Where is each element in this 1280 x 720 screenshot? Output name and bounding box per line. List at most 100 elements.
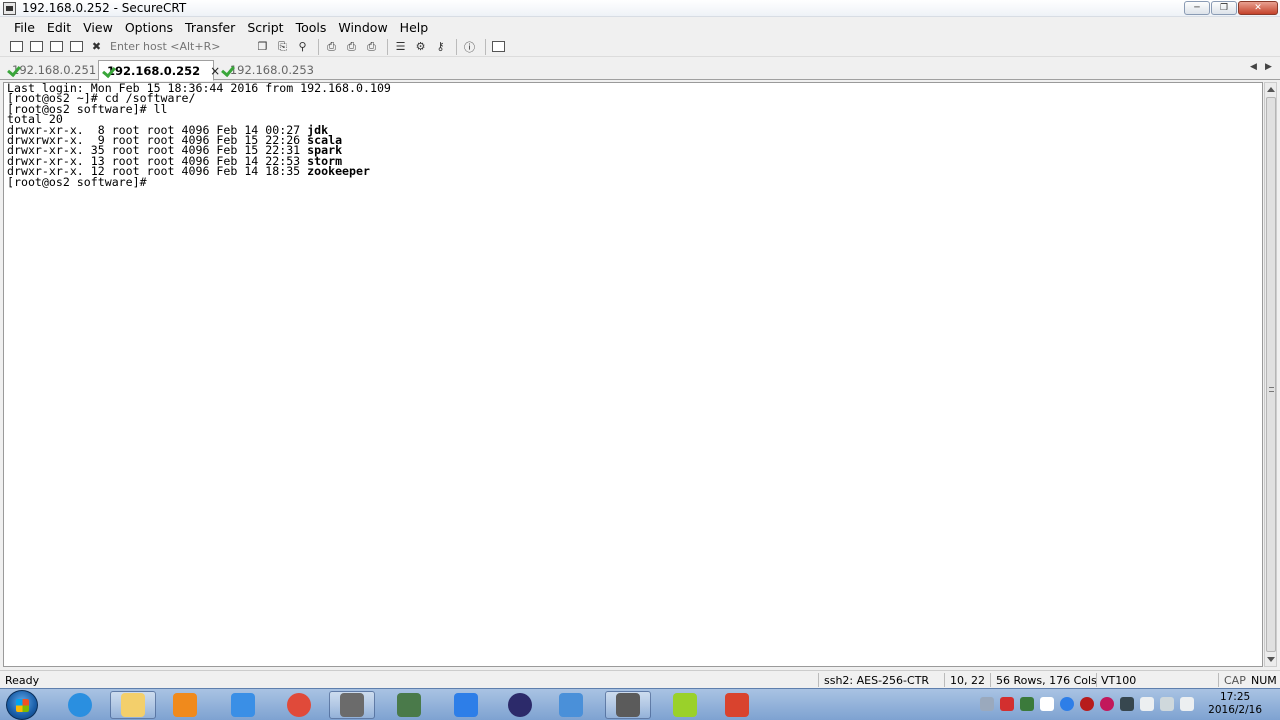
toolbar: ✖ ❐ ⎘ ⚲ ⎙ ⎙ ⎙ ☰ ⚙ ⚷ ⓘ <box>0 37 1280 57</box>
menu-tools[interactable]: Tools <box>290 20 333 35</box>
window-title: 192.168.0.252 - SecureCRT <box>22 1 187 15</box>
tab-label: 192.168.0.251 <box>12 63 97 77</box>
status-caps-lock: CAP <box>1224 674 1246 687</box>
tray-app-icon[interactable] <box>1080 697 1094 711</box>
find-icon[interactable]: ⚲ <box>294 39 311 55</box>
taskbar-button[interactable] <box>220 691 266 719</box>
tray-app-icon[interactable] <box>1100 697 1114 711</box>
grip-icon <box>1269 387 1274 392</box>
connect-in-tab-icon[interactable] <box>48 39 65 55</box>
scroll-up-icon[interactable] <box>1267 87 1275 92</box>
virtualbox-icon <box>559 693 583 717</box>
terminal-screen[interactable]: Last login: Mon Feb 15 18:36:44 2016 fro… <box>3 82 1263 667</box>
taskbar-button[interactable] <box>110 691 156 719</box>
system-clock[interactable]: 17:25 2016/2/16 <box>1208 691 1262 717</box>
terminal-scrollbar[interactable] <box>1264 82 1277 667</box>
status-bar: Ready ssh2: AES-256-CTR 10, 22 56 Rows, … <box>0 670 1280 688</box>
menu-transfer[interactable]: Transfer <box>179 20 241 35</box>
menu-help[interactable]: Help <box>394 20 435 35</box>
window-controls: ─ ❐ ✕ <box>1184 1 1278 15</box>
minimize-button[interactable]: ─ <box>1184 1 1210 15</box>
paste-icon[interactable]: ⎘ <box>274 39 291 55</box>
taskbar-button[interactable] <box>714 691 760 719</box>
foxit-reader-icon <box>725 693 749 717</box>
menu-options[interactable]: Options <box>119 20 179 35</box>
baidu-cloud-icon <box>231 693 255 717</box>
windows-taskbar: 17:25 2016/2/16 <box>0 688 1280 720</box>
status-divider <box>818 673 819 687</box>
scrollbar-thumb[interactable] <box>1266 97 1276 652</box>
tab-192-168-0-251[interactable]: 192.168.0.251 <box>4 60 96 80</box>
chrome-icon <box>287 693 311 717</box>
menu-file[interactable]: File <box>8 20 41 35</box>
directory-name: zookeeper <box>307 164 370 179</box>
system-tray <box>980 697 1194 711</box>
session-options-icon[interactable]: ☰ <box>392 39 409 55</box>
status-cipher: ssh2: AES-256-CTR <box>824 674 930 687</box>
taskbar-button[interactable] <box>443 691 489 719</box>
tray-app-icon[interactable] <box>1060 697 1074 711</box>
print-selection-icon[interactable]: ⎙ <box>363 39 380 55</box>
clock-time: 17:25 <box>1219 691 1251 703</box>
menu-view[interactable]: View <box>77 20 119 35</box>
taskbar-button[interactable] <box>329 691 375 719</box>
taskbar-button[interactable] <box>548 691 594 719</box>
terminal-line: [root@os2 ~]# cd /software/ <box>7 91 196 106</box>
internet-explorer-icon <box>68 693 92 717</box>
status-divider <box>944 673 945 687</box>
tray-app-icon[interactable] <box>1020 697 1034 711</box>
connect-icon[interactable] <box>8 39 25 55</box>
menu-script[interactable]: Script <box>241 20 289 35</box>
status-divider <box>1096 673 1097 687</box>
enter-host-input[interactable] <box>108 38 248 55</box>
taskbar-button[interactable] <box>662 691 708 719</box>
status-emulation: VT100 <box>1101 674 1137 687</box>
network-icon[interactable] <box>1160 697 1174 711</box>
tab-192-168-0-252[interactable]: 192.168.0.252 × <box>98 60 220 81</box>
eclipse-icon <box>508 693 532 717</box>
tab-192-168-0-253[interactable]: 192.168.0.253 <box>218 60 314 80</box>
volume-icon[interactable] <box>1180 697 1194 711</box>
taskbar-button[interactable] <box>162 691 208 719</box>
toolbar-separator <box>387 38 388 55</box>
copy-icon[interactable]: ❐ <box>254 39 271 55</box>
securecrt-window-icon <box>616 693 640 717</box>
close-button[interactable]: ✕ <box>1238 1 1278 15</box>
print-setup-icon[interactable]: ⎙ <box>343 39 360 55</box>
toolbar-separator <box>456 38 457 55</box>
sftp-icon[interactable] <box>490 39 507 55</box>
start-button[interactable] <box>6 690 38 720</box>
keyboard-icon[interactable] <box>980 697 994 711</box>
tray-app-icon[interactable] <box>1120 697 1134 711</box>
tray-app-icon[interactable] <box>1000 697 1014 711</box>
taskbar-button[interactable] <box>497 691 543 719</box>
terminal-line: drwxr-xr-x. 12 root root 4096 Feb 14 18:… <box>7 164 370 179</box>
reconnect-icon[interactable] <box>68 39 85 55</box>
print-icon[interactable]: ⎙ <box>323 39 340 55</box>
menu-window[interactable]: Window <box>332 20 393 35</box>
folder-icon <box>121 693 145 717</box>
quick-connect-icon[interactable] <box>28 39 45 55</box>
toolbar-separator <box>485 38 486 55</box>
tab-scroll-left-icon[interactable]: ◀ <box>1250 62 1257 72</box>
taskbar-button[interactable] <box>57 691 103 719</box>
disconnect-icon[interactable]: ✖ <box>88 39 105 55</box>
global-options-icon[interactable]: ⚙ <box>412 39 429 55</box>
toolbar-separator <box>318 38 319 55</box>
action-center-icon[interactable] <box>1140 697 1154 711</box>
clock-date: 2016/2/16 <box>1208 704 1262 716</box>
taskbar-button[interactable] <box>386 691 432 719</box>
status-terminal-size: 56 Rows, 176 Cols <box>996 674 1097 687</box>
help-icon[interactable]: ⓘ <box>461 39 478 55</box>
menu-edit[interactable]: Edit <box>41 20 77 35</box>
tab-scroll-right-icon[interactable]: ▶ <box>1265 62 1272 72</box>
status-ready: Ready <box>5 674 40 687</box>
taskbar-button[interactable] <box>276 691 322 719</box>
windows-icon[interactable] <box>1040 697 1054 711</box>
title-bar: 192.168.0.252 - SecureCRT ─ ❐ ✕ <box>0 0 1280 17</box>
securefx-icon <box>397 693 421 717</box>
keymap-icon[interactable]: ⚷ <box>432 39 449 55</box>
taskbar-button[interactable] <box>605 691 651 719</box>
scroll-down-icon[interactable] <box>1267 657 1275 662</box>
maximize-button[interactable]: ❐ <box>1211 1 1237 15</box>
